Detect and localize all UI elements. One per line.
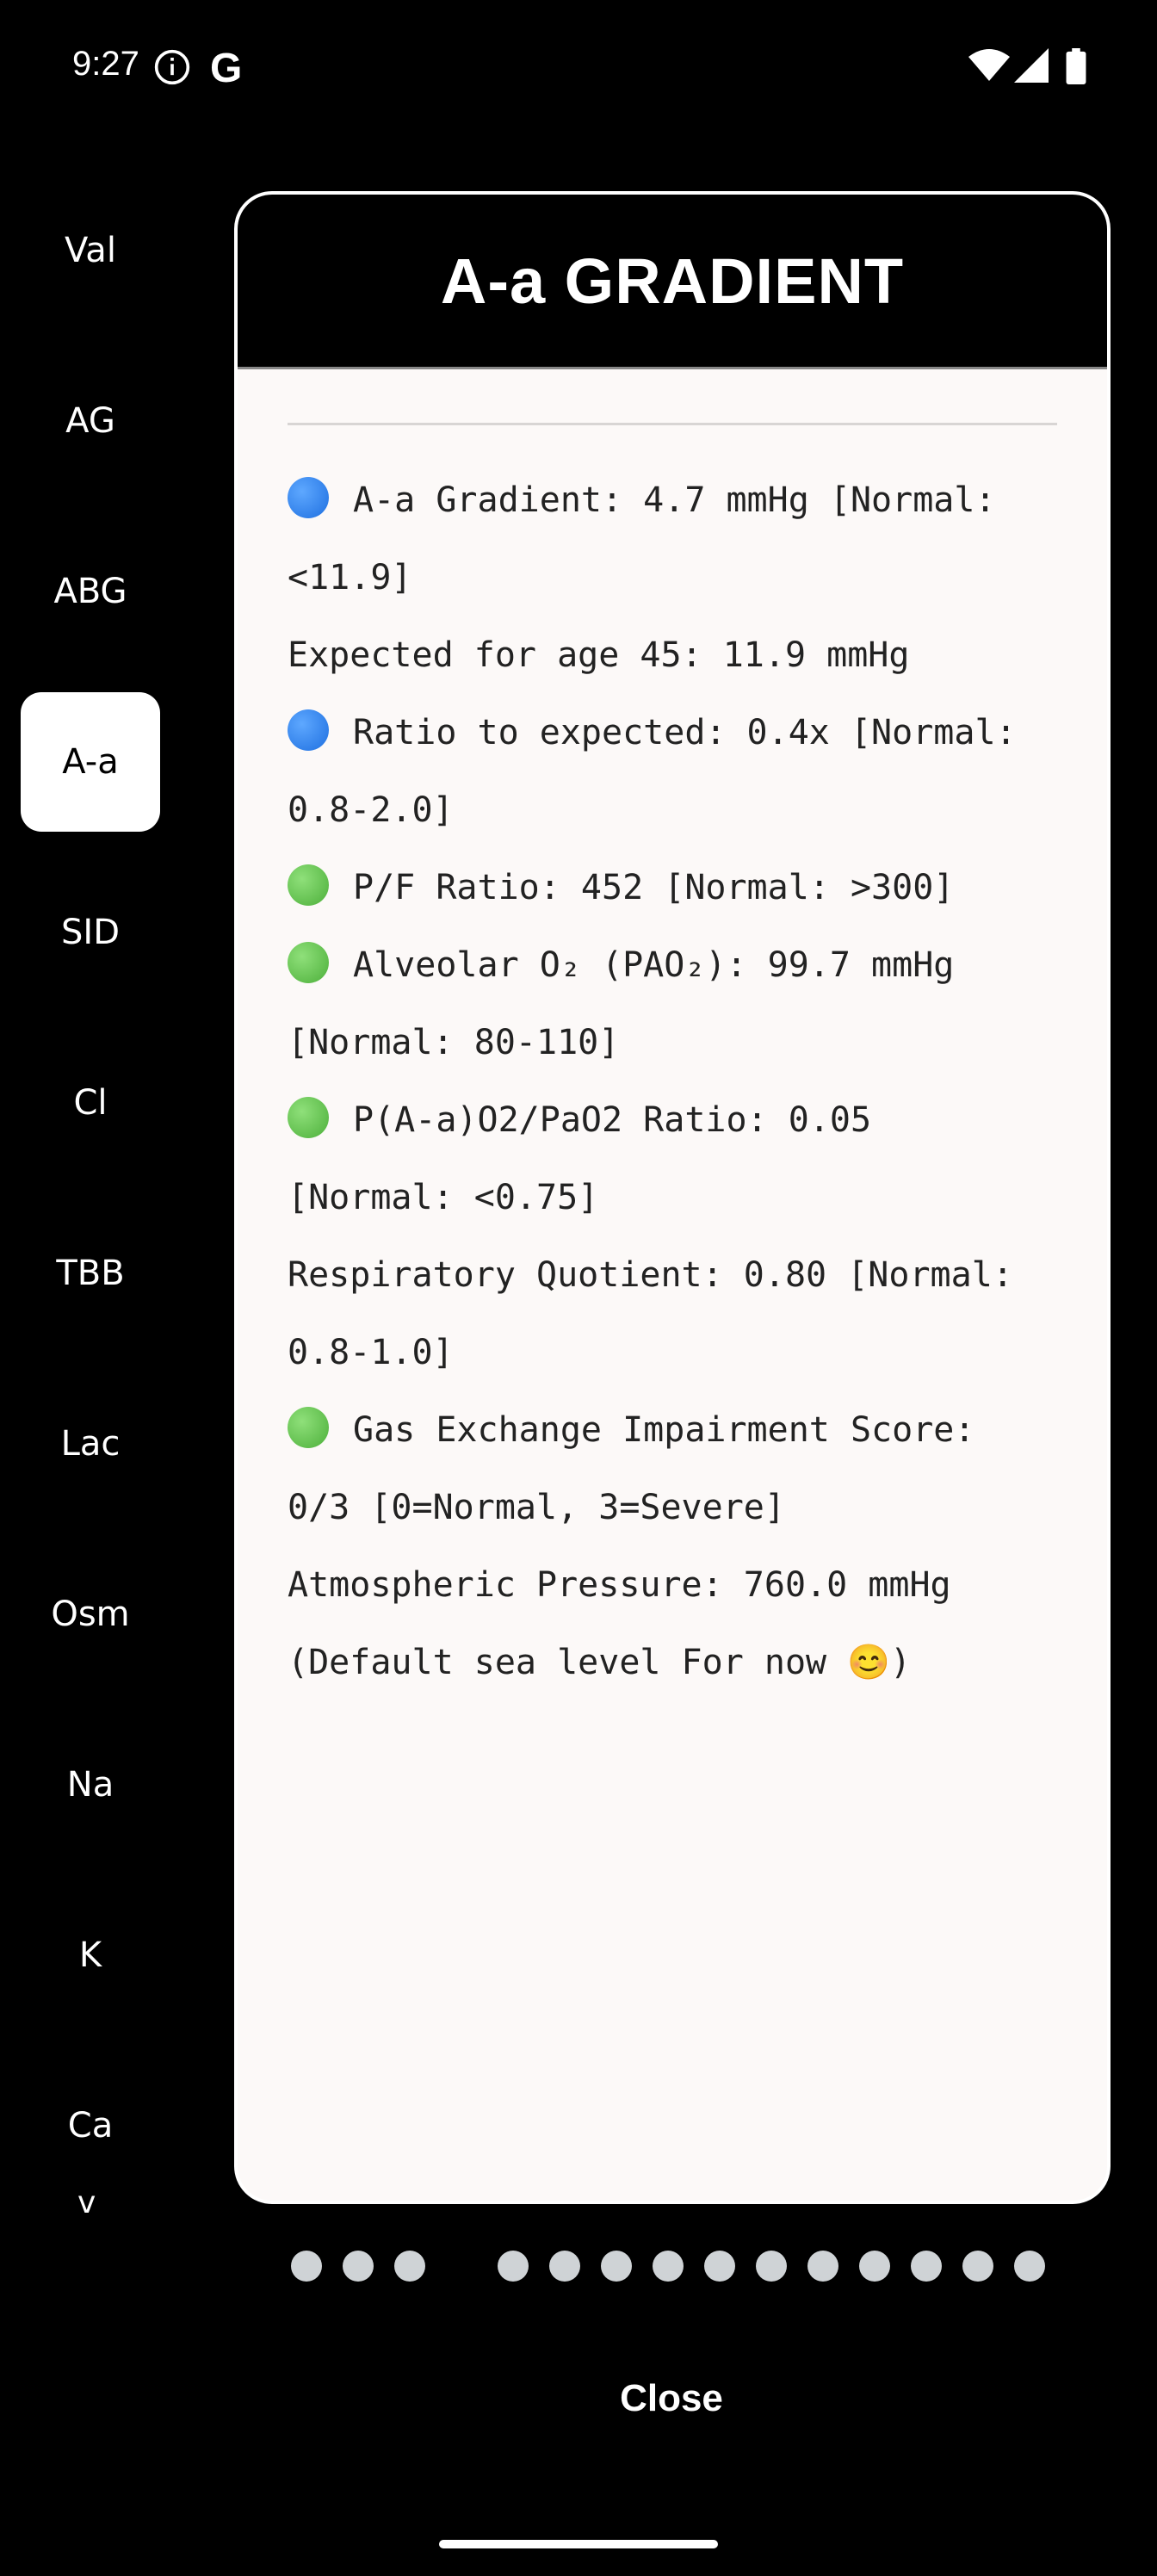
- pager-dot[interactable]: [756, 2251, 787, 2282]
- sidebar-item-label: Ca: [67, 2106, 114, 2146]
- card-title: A-a GRADIENT: [440, 245, 905, 317]
- result-pf-ratio: P/F Ratio: 452 [Normal: >300]: [288, 849, 1057, 926]
- result-atmospheric-pressure: Atmospheric Pressure: 760.0 mmHg (Defaul…: [288, 1565, 972, 1682]
- sidebar-item-abg[interactable]: ABG: [21, 522, 160, 661]
- sidebar-item-val[interactable]: Val: [21, 181, 160, 320]
- blue-circle-icon: [288, 709, 329, 751]
- pager-dot[interactable]: [601, 2251, 632, 2282]
- green-circle-icon: [288, 1407, 329, 1448]
- google-g-icon: G: [210, 46, 243, 91]
- wifi-icon: [968, 49, 1010, 81]
- blue-circle-icon: [288, 477, 329, 518]
- pager-dot[interactable]: [1014, 2251, 1045, 2282]
- close-button[interactable]: Close: [534, 2373, 809, 2424]
- green-circle-icon: [288, 942, 329, 983]
- sidebar-item-k[interactable]: K: [21, 1886, 160, 2025]
- sidebar-item-sid[interactable]: SID: [21, 863, 160, 1002]
- pager-dot[interactable]: [394, 2251, 425, 2282]
- green-circle-icon: [288, 1097, 329, 1138]
- pager-dot[interactable]: [911, 2251, 942, 2282]
- pager-dot[interactable]: [807, 2251, 838, 2282]
- result-gas-exchange-score: Gas Exchange Impairment Score: 0/3 [0=No…: [288, 1391, 1057, 1546]
- cell-signal-icon: [1014, 48, 1049, 83]
- sidebar: Val AG ABG A-a SID Cl TBB Lac Osm Na K C…: [0, 0, 181, 2325]
- result-ratio-to-expected: Ratio to expected: 0.4x [Normal: 0.8-2.0…: [288, 694, 1057, 849]
- chevron-down-icon[interactable]: v: [77, 2185, 96, 2220]
- pager-dot[interactable]: [291, 2251, 322, 2282]
- battery-icon: [1066, 48, 1086, 84]
- results-list: A-a Gradient: 4.7 mmHg [Normal: <11.9] E…: [288, 461, 1057, 1701]
- result-aa-gradient: A-a Gradient: 4.7 mmHg [Normal: <11.9]: [288, 461, 1057, 616]
- result-card: A-a GRADIENT A-a Gradient: 4.7 mmHg [Nor…: [234, 191, 1111, 2204]
- sidebar-item-label: Lac: [60, 1424, 121, 1464]
- page-indicator: [0, 2251, 1157, 2285]
- sidebar-item-label: K: [78, 1935, 102, 1975]
- pager-dot[interactable]: [653, 2251, 684, 2282]
- sidebar-item-label: Na: [66, 1765, 114, 1805]
- sidebar-item-label: Osm: [51, 1595, 130, 1634]
- sidebar-item-tbb[interactable]: TBB: [21, 1204, 160, 1343]
- sidebar-item-ca[interactable]: Ca: [21, 2056, 160, 2195]
- result-expected-for-age: Expected for age 45: 11.9 mmHg: [288, 635, 910, 675]
- pager-dot[interactable]: [343, 2251, 374, 2282]
- result-alveolar-o2: Alveolar O₂ (PAO₂): 99.7 mmHg [Normal: 8…: [288, 926, 1057, 1081]
- sidebar-item-osm[interactable]: Osm: [21, 1545, 160, 1684]
- pager-dot[interactable]: [549, 2251, 580, 2282]
- sidebar-item-label: AG: [65, 401, 115, 441]
- sidebar-item-label: ABG: [53, 572, 127, 611]
- divider: [288, 423, 1057, 425]
- card-header: A-a GRADIENT: [238, 195, 1107, 369]
- sidebar-item-label: TBB: [56, 1254, 125, 1293]
- home-indicator[interactable]: [439, 2540, 718, 2548]
- result-aa-pao2-ratio: P(A-a)O2/PaO2 Ratio: 0.05 [Normal: <0.75…: [288, 1081, 1057, 1236]
- sidebar-item-lac[interactable]: Lac: [21, 1374, 160, 1514]
- sidebar-item-label: SID: [61, 913, 120, 952]
- sidebar-item-ag[interactable]: AG: [21, 351, 160, 491]
- sidebar-item-a-a[interactable]: A-a: [21, 692, 160, 832]
- sidebar-item-na[interactable]: Na: [21, 1715, 160, 1855]
- pager-dot[interactable]: [859, 2251, 890, 2282]
- green-circle-icon: [288, 864, 329, 906]
- card-body: A-a Gradient: 4.7 mmHg [Normal: <11.9] E…: [238, 423, 1107, 1701]
- pager-dot[interactable]: [962, 2251, 993, 2282]
- sidebar-item-label: Cl: [73, 1083, 108, 1123]
- sidebar-item-cl[interactable]: Cl: [21, 1033, 160, 1173]
- sidebar-item-label: A-a: [62, 742, 119, 782]
- pager-dot[interactable]: [498, 2251, 529, 2282]
- pager-dot[interactable]: [704, 2251, 735, 2282]
- result-respiratory-quotient: Respiratory Quotient: 0.80 [Normal: 0.8-…: [288, 1255, 1034, 1372]
- sidebar-item-label: Val: [65, 231, 116, 270]
